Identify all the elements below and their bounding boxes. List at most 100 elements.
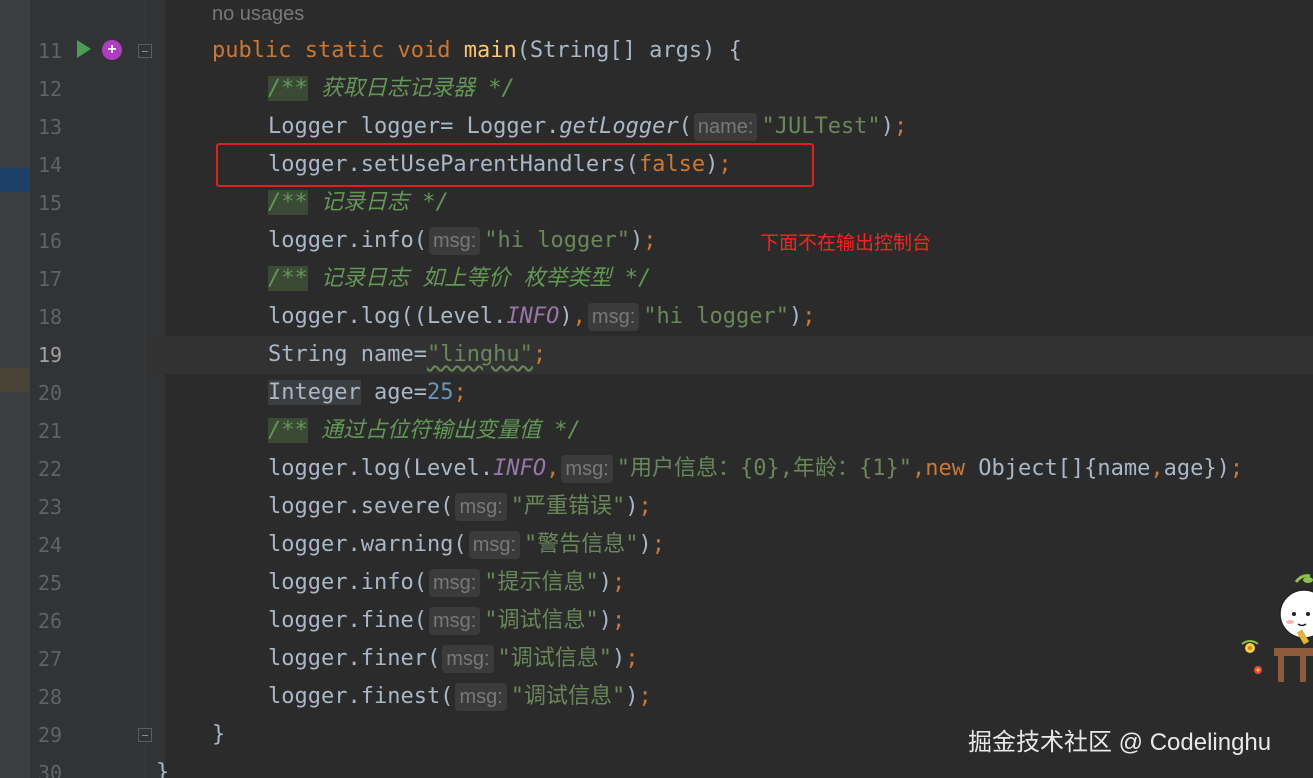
param-hint: msg: [561,455,613,483]
code-text: ) [638,532,652,557]
param-hint: msg: [455,683,507,711]
code-line-16[interactable]: logger.info(msg: "hi logger"); [268,222,657,260]
code-text: ) [598,570,613,595]
string-literal: "hi logger" [484,228,630,253]
enum-constant: INFO [493,456,547,481]
method-call: getLogger [559,114,679,139]
code-line-27[interactable]: logger.finer(msg: "调试信息"); [268,640,639,678]
semicolon: ; [612,570,626,595]
string-literal: "hi logger" [643,304,789,329]
code-text: logger.warning( [268,532,467,557]
line-number: 24 [38,533,63,557]
code-line-21[interactable]: /** 通过占位符输出变量值 */ [268,412,581,450]
comma: , [572,304,586,329]
code-text: logger.severe( [268,494,454,519]
watermark: 掘金技术社区 @ Codelinghu [968,729,1272,756]
param-hint: msg: [428,227,481,255]
plugin-icon[interactable]: + [102,40,122,60]
code-text: logger.finer( [268,646,441,671]
strip-marker-blue [0,168,30,192]
code-line-11[interactable]: public static void main(String[] args) { [212,32,742,70]
strip-marker-brown [0,368,30,392]
code-line-12[interactable]: /** 获取日志记录器 */ [268,70,515,108]
annotation-text: 下面不在输出控制台 [760,233,932,254]
line-number: 12 [38,77,63,101]
string-literal: "警告信息" [524,532,639,557]
param-hint: msg: [587,303,640,331]
code-line-30[interactable]: } [156,754,169,778]
code-line-18[interactable]: logger.log((Level.INFO), msg: "hi logger")… [268,298,815,336]
semicolon: ; [638,494,652,519]
code-text: ) [788,304,803,329]
string-literal: "调试信息" [484,608,599,633]
line-number-active: 19 [38,343,63,367]
code-line-24[interactable]: logger.warning(msg: "警告信息"); [268,526,665,564]
code-line-13[interactable]: Logger logger= Logger.getLogger(name: "JU… [268,108,907,146]
line-number: 29 [38,723,63,747]
string-literal: "JULTest" [761,114,881,139]
code-line-22[interactable]: logger.log(Level.INFO, msg: "用户信息：{0},年龄：{… [268,450,1243,488]
code-text: ) [612,646,626,671]
code-line-17[interactable]: /** 记录日志 如上等价 枚举类型 */ [268,260,651,298]
line-number: 28 [38,685,63,709]
comment-text: 记录日志 */ [307,190,449,215]
code-line-23[interactable]: logger.severe(msg: "严重错误"); [268,488,652,526]
code-text: logger.info( [268,228,427,253]
code-line-15[interactable]: /** 记录日志 */ [268,184,449,222]
code-text: age}) [1163,456,1230,481]
code-line-26[interactable]: logger.fine(msg: "调试信息"); [268,602,625,640]
semicolon: ; [1229,456,1244,481]
keyword: static [304,38,385,63]
line-number: 21 [38,419,63,443]
comment-open: /** [268,266,308,291]
highlight-box [216,143,814,187]
code-text: logger.finest( [268,684,454,709]
string-literal: "linghu" [426,342,533,367]
comment-open: /** [268,190,308,215]
comma: , [546,456,560,481]
code-text: Logger logger= Logger. [268,114,560,139]
string-literal: "严重错误" [510,494,626,519]
comma: , [1150,456,1164,481]
code-line-19[interactable]: String name="linghu"; [268,336,546,374]
code-line-28[interactable]: logger.finest(msg: "调试信息"); [268,678,652,716]
line-number: 18 [38,305,63,329]
semicolon: ; [453,380,467,405]
code-text: logger.log((Level. [268,304,507,329]
line-number: 23 [38,495,63,519]
param-hint: msg: [468,531,521,559]
code-text: ) [598,608,613,633]
keyword: public [212,38,292,63]
code-line-20[interactable]: Integer age=25; [268,374,467,412]
line-number: 25 [38,571,63,595]
code-text: logger.fine( [268,608,427,633]
param-hint: msg: [442,645,494,673]
semicolon: ; [802,304,816,329]
fold-icon[interactable] [138,44,152,58]
line-number: 30 [38,761,63,778]
enum-constant: INFO [506,304,560,329]
code-line-29[interactable]: } [212,716,225,754]
type-name: Integer [268,380,361,405]
param-hint: msg: [428,569,481,597]
line-number: 20 [38,381,63,405]
code-text: logger.info( [268,570,427,595]
run-icon[interactable] [77,40,91,58]
line-number: 16 [38,229,63,253]
code-text: ) [625,494,639,519]
keyword: new [925,456,965,481]
string-literal: "调试信息" [510,684,626,709]
method-name: main [463,38,517,63]
line-number: 13 [38,115,63,139]
line-number: 17 [38,267,63,291]
usages-hint[interactable]: no usages [212,0,304,28]
code-line-25[interactable]: logger.info(msg: "提示信息"); [268,564,625,602]
param-hint: name: [693,113,758,141]
code-text: ( [678,114,692,139]
param-hint: msg: [428,607,481,635]
fold-icon[interactable] [138,728,152,742]
line-number: 14 [38,153,63,177]
string-literal: "调试信息" [497,646,613,671]
keyword: void [397,38,451,63]
line-number: 15 [38,191,63,215]
